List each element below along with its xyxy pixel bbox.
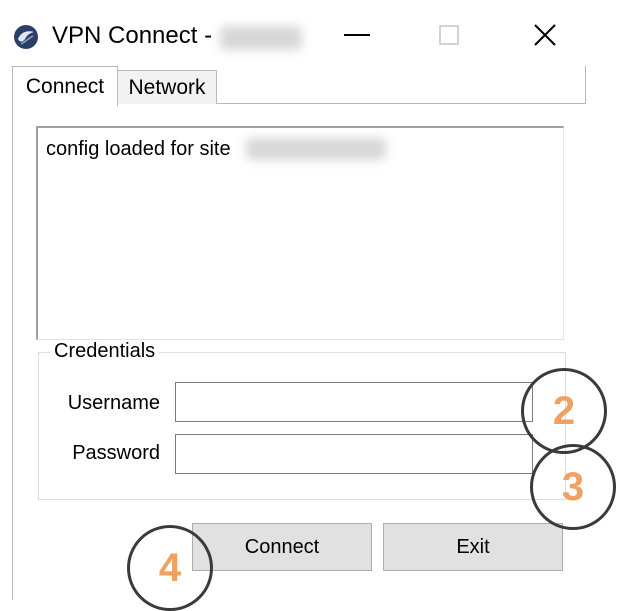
minimize-button[interactable] xyxy=(322,12,392,58)
callout-3: 3 xyxy=(530,444,616,530)
callout-2: 2 xyxy=(521,368,607,454)
password-label: Password xyxy=(72,442,160,464)
vpn-globe-icon xyxy=(14,25,38,49)
redacted-site-name xyxy=(220,26,302,50)
maximize-icon xyxy=(439,25,459,45)
log-line: config loaded for site xyxy=(46,138,231,160)
window-title: VPN Connect - xyxy=(52,22,213,49)
connect-button[interactable]: Connect xyxy=(192,523,372,571)
exit-button[interactable]: Exit xyxy=(383,523,563,571)
redacted-site-value xyxy=(246,138,386,160)
minimize-icon xyxy=(344,34,370,36)
callout-4: 4 xyxy=(127,525,213,611)
credentials-group xyxy=(38,352,566,500)
password-field[interactable] xyxy=(175,434,533,474)
credentials-legend: Credentials xyxy=(50,340,160,363)
username-label: Username xyxy=(67,392,160,414)
maximize-button[interactable] xyxy=(414,12,484,58)
close-icon xyxy=(534,24,556,46)
close-button[interactable] xyxy=(510,12,580,58)
tab-connect[interactable]: Connect xyxy=(12,66,118,106)
title-bar: VPN Connect - xyxy=(0,0,586,66)
vpn-connect-window: VPN Connect - Network Connect config loa… xyxy=(0,0,586,600)
tab-network[interactable]: Network xyxy=(117,70,217,104)
username-field[interactable] xyxy=(175,382,533,422)
